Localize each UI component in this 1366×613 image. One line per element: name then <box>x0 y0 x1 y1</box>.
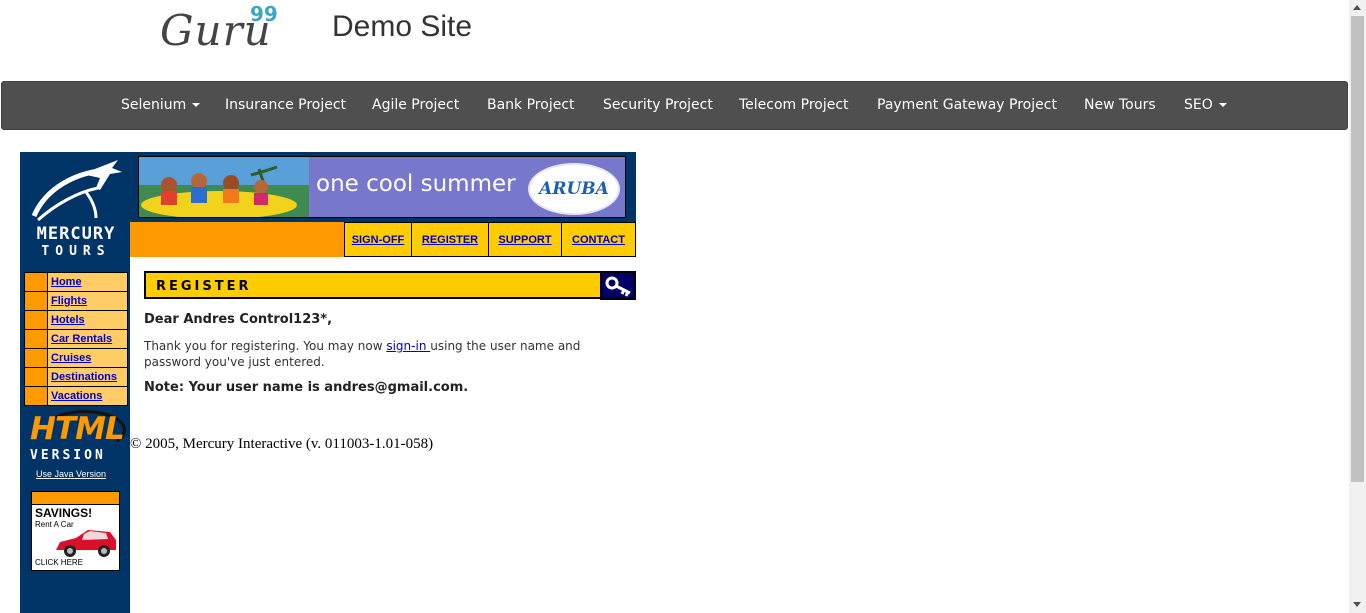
aruba-banner[interactable]: one cool summer ARUBA <box>138 156 626 218</box>
nav-item-insurance-project[interactable]: Insurance Project <box>225 97 346 113</box>
side-menu-link[interactable]: Hotels <box>48 311 127 329</box>
contact-link[interactable]: CONTACT <box>561 222 636 257</box>
side-menu-item-flights[interactable]: Flights <box>25 292 127 310</box>
side-menu: Home Flights Hotels Car Rentals Cruises … <box>24 272 128 406</box>
page: Guru 99 Demo Site Selenium Insurance Pro… <box>0 0 1349 613</box>
greeting-text: Dear Andres Control123*, <box>144 312 333 327</box>
savings-title: SAVINGS! <box>35 506 93 520</box>
nav-item-telecom-project[interactable]: Telecom Project <box>739 97 849 113</box>
scroll-thumb[interactable] <box>1351 16 1364 482</box>
register-title: REGISTER <box>156 279 252 294</box>
sign-off-link[interactable]: SIGN-OFF <box>344 222 412 257</box>
mercury-brand: MERCURY <box>36 224 116 244</box>
side-menu-item-car-rentals[interactable]: Car Rentals <box>25 330 127 348</box>
nav-item-label: SEO <box>1184 97 1213 113</box>
side-menu-link[interactable]: Cruises <box>48 349 127 367</box>
side-menu-link[interactable]: Car Rentals <box>48 330 127 348</box>
side-menu-link[interactable]: Destinations <box>48 368 127 386</box>
aruba-logo: ARUBA <box>528 163 620 215</box>
aruba-brand: ARUBA <box>539 179 609 199</box>
nav-item-agile-project[interactable]: Agile Project <box>372 97 459 113</box>
side-menu-link[interactable]: Flights <box>48 292 127 310</box>
key-icon-box <box>600 271 636 300</box>
html-version-logo: HTML <box>30 411 125 447</box>
nav-item-bank-project[interactable]: Bank Project <box>487 97 575 113</box>
support-link[interactable]: SUPPORT <box>488 222 562 257</box>
scroll-down-arrow-icon[interactable] <box>1353 602 1361 607</box>
vertical-scrollbar[interactable] <box>1349 0 1366 613</box>
tours-brand: TOURS <box>41 244 111 259</box>
nav-item-seo[interactable]: SEO <box>1184 97 1227 113</box>
nav-item-payment-gateway-project[interactable]: Payment Gateway Project <box>877 97 1057 113</box>
side-menu-item-cruises[interactable]: Cruises <box>25 349 127 367</box>
register-header: REGISTER <box>144 271 600 299</box>
side-menu-item-destinations[interactable]: Destinations <box>25 368 127 386</box>
side-menu-item-home[interactable]: Home <box>25 273 127 291</box>
site-title: Demo Site <box>332 10 473 43</box>
username-note: Note: Your user name is andres@gmail.com… <box>144 380 469 395</box>
side-menu-item-vacations[interactable]: Vacations <box>25 387 127 405</box>
thank-you-text: Thank you for registering. You may now s… <box>144 339 581 369</box>
nav-item-label: Selenium <box>121 97 187 113</box>
banner-text: one cool summer <box>316 171 516 197</box>
copyright-text: © 2005, Mercury Interactive (v. 011003-1… <box>130 436 434 452</box>
nav-item-selenium[interactable]: Selenium <box>121 97 201 113</box>
use-java-version-link[interactable]: Use Java Version <box>36 469 106 479</box>
red-car-icon <box>56 530 116 557</box>
guru99-logo-superscript: 99 <box>250 2 278 26</box>
version-label: VERSION <box>30 448 106 463</box>
nav-item-new-tours[interactable]: New Tours <box>1084 97 1156 113</box>
register-link[interactable]: REGISTER <box>411 222 489 257</box>
banner-photo-raft-icon <box>139 157 309 217</box>
savings-ad[interactable]: SAVINGS! Rent A Car CLICK HERE <box>31 491 120 571</box>
key-icon <box>605 276 631 297</box>
side-menu-link[interactable]: Home <box>48 273 127 291</box>
caret-down-icon <box>1218 103 1227 107</box>
savings-click-here: CLICK HERE <box>35 558 84 567</box>
side-menu-item-hotels[interactable]: Hotels <box>25 311 127 329</box>
main-navbar: Selenium Insurance Project Agile Project… <box>1 81 1348 130</box>
sign-in-link[interactable]: sign-in <box>386 339 430 353</box>
scroll-up-arrow-icon[interactable] <box>1353 5 1361 10</box>
caret-down-icon <box>192 103 201 107</box>
side-menu-link[interactable]: Vacations <box>48 387 127 405</box>
nav-item-security-project[interactable]: Security Project <box>603 97 713 113</box>
